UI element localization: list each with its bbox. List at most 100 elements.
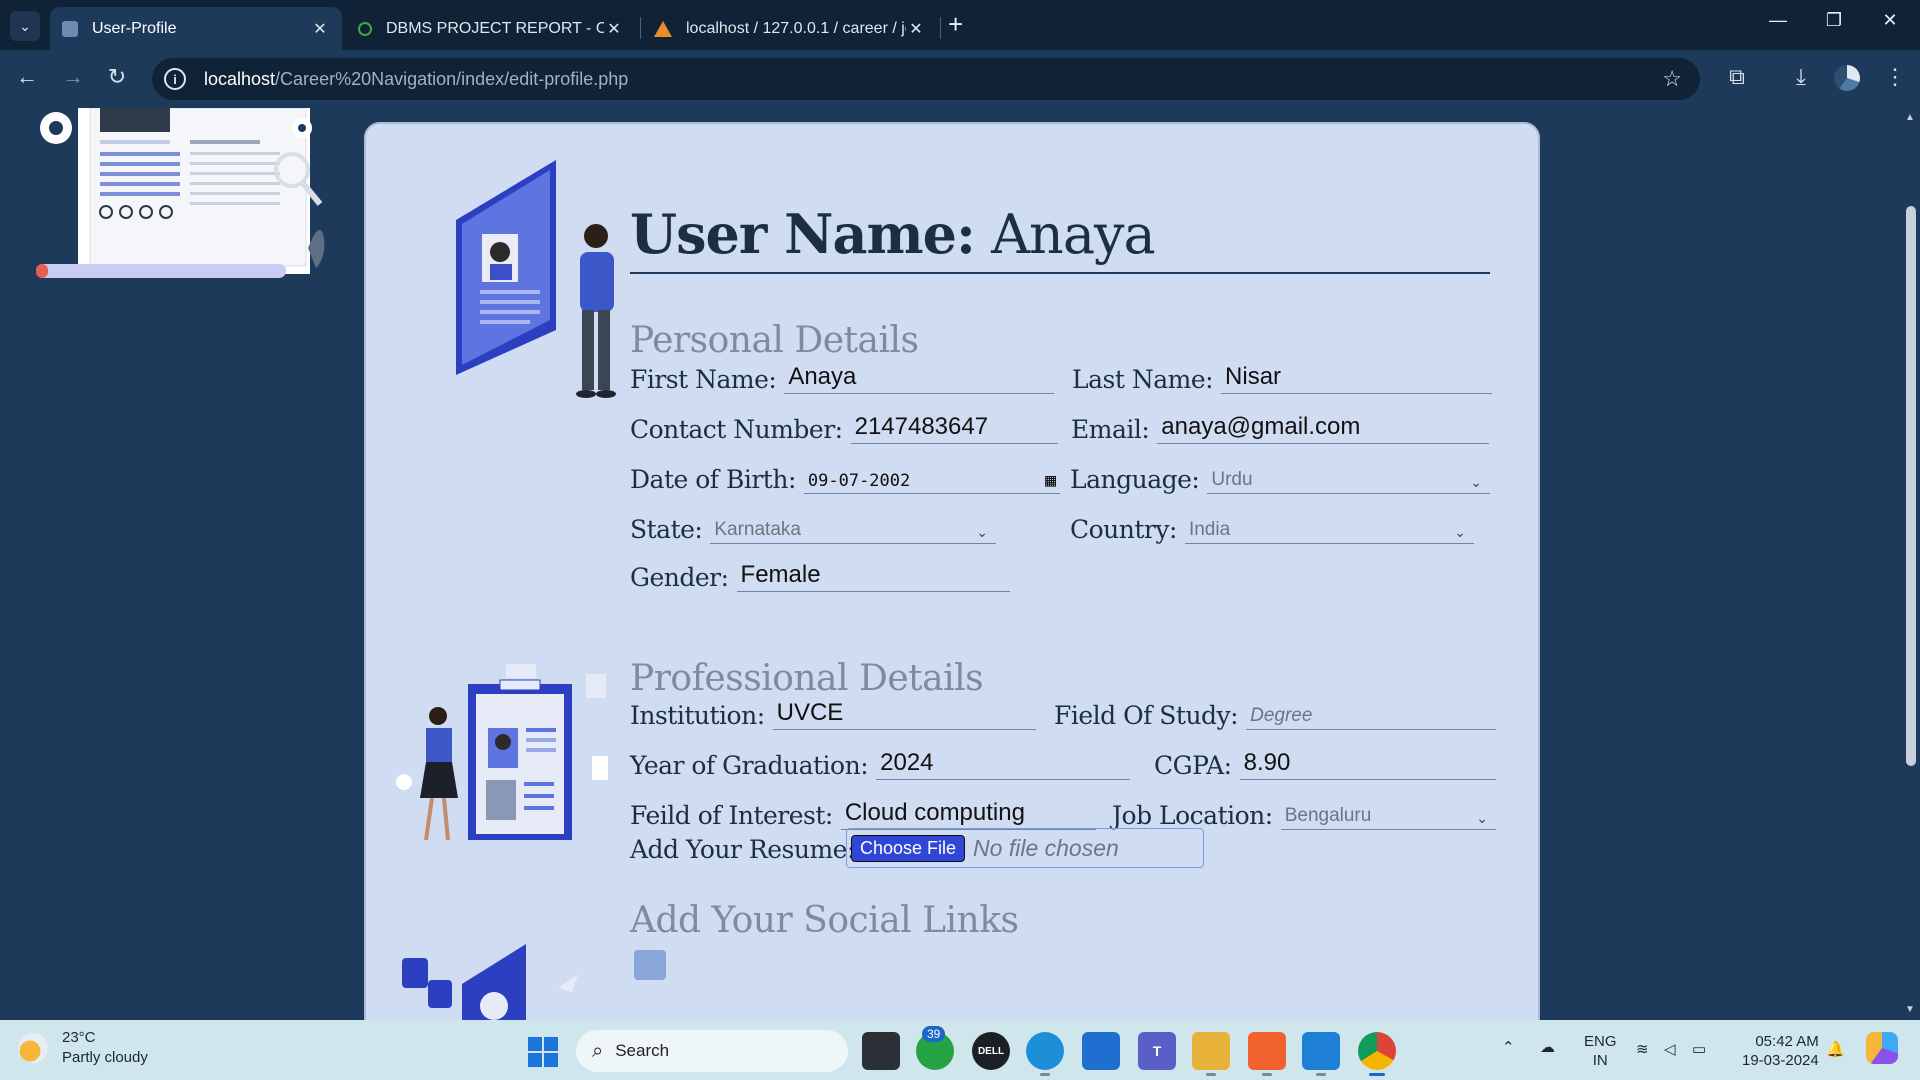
country-select[interactable]: India ⌄ <box>1184 512 1474 544</box>
restore-icon[interactable]: ❐ <box>1814 10 1854 31</box>
clock[interactable]: 05:42 AM 19-03-2024 <box>1742 1032 1819 1070</box>
battery-icon[interactable]: ▭ <box>1692 1040 1706 1059</box>
weather-temp: 23°C <box>62 1029 96 1046</box>
dob-input[interactable]: 09-07-2002 ▦ <box>803 462 1060 494</box>
resume-illustration-icon <box>36 108 325 278</box>
whatsapp-badge: 39 <box>922 1026 946 1042</box>
field-of-study-input[interactable]: Degree <box>1246 698 1496 730</box>
country-label: Country: <box>1070 515 1177 544</box>
vscode-icon[interactable] <box>1302 1032 1340 1076</box>
bookmark-star-icon[interactable]: ☆ <box>1662 66 1682 92</box>
tab-title: User-Profile <box>92 19 177 37</box>
chrome-icon[interactable] <box>1358 1032 1396 1076</box>
calendar-icon[interactable]: ▦ <box>1045 470 1056 491</box>
tab-user-profile[interactable]: User-Profile ✕ <box>50 7 342 50</box>
tab-search-chevron-icon[interactable]: ⌄ <box>10 11 40 41</box>
country-value: India <box>1188 519 1231 540</box>
overleaf-favicon-icon <box>358 21 372 36</box>
teams-icon[interactable]: T <box>1138 1032 1176 1070</box>
dob-field: Date of Birth: 09-07-2002 ▦ <box>630 460 1060 494</box>
resume-file-input[interactable]: Choose File No file chosen <box>846 828 1204 868</box>
store-icon[interactable] <box>1082 1032 1120 1070</box>
gender-input[interactable]: Female <box>736 560 1010 592</box>
social-links-title: Add Your Social Links <box>630 900 1019 941</box>
clock-time: 05:42 AM <box>1755 1033 1819 1050</box>
lang-line1: ENG <box>1584 1033 1617 1050</box>
copilot-icon[interactable] <box>1866 1032 1898 1064</box>
wifi-icon[interactable]: ≋ <box>1636 1040 1649 1059</box>
file-explorer-icon[interactable] <box>1192 1032 1230 1076</box>
reload-icon[interactable]: ↻ <box>102 64 132 90</box>
state-field: State: Karnataka ⌄ <box>630 510 996 544</box>
windows-start-icon[interactable] <box>528 1037 558 1067</box>
interest-input[interactable]: Cloud computing <box>840 798 1096 830</box>
url-text[interactable]: localhost/Career%20Navigation/index/edit… <box>204 69 628 90</box>
download-icon[interactable]: ⤓ <box>1786 64 1816 90</box>
chevron-down-icon: ⌄ <box>1470 474 1482 490</box>
volume-icon[interactable]: ◁ <box>1664 1040 1676 1059</box>
weather-condition: Partly cloudy <box>62 1049 148 1066</box>
taskbar-search-label: Search <box>615 1041 670 1060</box>
dob-value: 09-07-2002 <box>807 471 911 491</box>
browser-tab-strip: ⌄ User-Profile ✕ DBMS PROJECT REPORT - O… <box>0 0 1920 50</box>
tray-chevron-up-icon[interactable]: ⌃ <box>1502 1038 1515 1057</box>
xampp-icon[interactable] <box>1248 1032 1286 1076</box>
scroll-thumb[interactable] <box>1906 206 1916 766</box>
heading-label: User Name: <box>630 202 976 266</box>
gender-label: Gender: <box>630 563 729 592</box>
taskbar-search-box[interactable]: ⌕ Search <box>576 1030 848 1072</box>
language-select[interactable]: Urdu ⌄ <box>1207 462 1490 494</box>
last-name-field: Last Name: Nisar <box>1072 360 1492 394</box>
back-arrow-icon[interactable]: ← <box>12 64 42 90</box>
field-of-study-field: Field Of Study: Degree <box>1054 696 1496 730</box>
windows-taskbar: 23°C Partly cloudy ⌕ Search 39 DELL T ⌃ … <box>0 1020 1920 1080</box>
graduation-year-label: Year of Graduation: <box>630 751 869 780</box>
window-close-icon[interactable]: ✕ <box>1870 10 1910 31</box>
edge-icon[interactable] <box>1026 1032 1064 1076</box>
input-language[interactable]: ENG IN <box>1584 1032 1617 1070</box>
forward-arrow-icon[interactable]: → <box>58 64 88 90</box>
extensions-puzzle-icon[interactable]: ⧉ <box>1722 64 1752 90</box>
notification-bell-icon[interactable]: 🔔 <box>1826 1040 1845 1059</box>
minimize-icon[interactable]: — <box>1758 10 1798 31</box>
weather-widget[interactable]: 23°C Partly cloudy <box>18 1028 148 1068</box>
scroll-down-icon[interactable]: ▼ <box>1905 1004 1915 1015</box>
cgpa-input[interactable]: 8.90 <box>1239 748 1496 780</box>
state-select[interactable]: Karnataka ⌄ <box>710 512 996 544</box>
interest-field: Feild of Interest: Cloud computing <box>630 796 1096 830</box>
email-input[interactable]: anaya@gmail.com <box>1157 412 1489 444</box>
task-view-icon[interactable] <box>862 1032 900 1070</box>
close-icon[interactable]: ✕ <box>604 19 624 39</box>
professional-illustration-icon <box>396 664 608 841</box>
url-path: /Career%20Navigation/index/edit-profile.… <box>275 68 629 89</box>
job-location-label: Job Location: <box>1112 801 1273 830</box>
state-label: State: <box>630 515 703 544</box>
onedrive-cloud-icon[interactable]: ☁ <box>1540 1038 1555 1057</box>
graduation-year-input[interactable]: 2024 <box>876 748 1130 780</box>
field-of-study-label: Field Of Study: <box>1054 701 1239 730</box>
job-location-select[interactable]: Bengaluru ⌄ <box>1280 798 1496 830</box>
first-name-label: First Name: <box>630 365 777 394</box>
site-info-icon[interactable]: i <box>164 68 186 90</box>
last-name-input[interactable]: Nisar <box>1221 362 1492 394</box>
close-icon[interactable]: ✕ <box>906 19 926 39</box>
profile-data-illustration-icon <box>456 160 616 398</box>
institution-input[interactable]: UVCE <box>772 698 1036 730</box>
choose-file-button[interactable]: Choose File <box>851 834 966 862</box>
close-icon[interactable]: ✕ <box>310 19 330 39</box>
dell-icon[interactable]: DELL <box>972 1032 1010 1070</box>
first-name-input[interactable]: Anaya <box>784 362 1054 394</box>
address-bar[interactable]: i localhost/Career%20Navigation/index/ed… <box>152 58 1700 100</box>
tab-title: DBMS PROJECT REPORT - Onlin <box>386 19 604 37</box>
resume-field: Add Your Resume: <box>630 830 855 864</box>
tab-dbms-report[interactable]: DBMS PROJECT REPORT - Onlin ✕ <box>346 7 636 50</box>
new-tab-plus-icon[interactable]: + <box>948 11 963 37</box>
menu-kebab-icon[interactable]: ⋮ <box>1880 64 1910 90</box>
contact-input[interactable]: 2147483647 <box>850 412 1058 444</box>
chevron-down-icon: ⌄ <box>1454 524 1466 540</box>
scroll-up-icon[interactable]: ▲ <box>1905 112 1915 123</box>
tab-phpmyadmin[interactable]: localhost / 127.0.0.1 / career / jo ✕ <box>642 7 938 50</box>
linkedin-icon <box>634 950 666 980</box>
profile-avatar-icon[interactable] <box>1834 65 1860 91</box>
page-scrollbar[interactable]: ▲ ▼ <box>1902 108 1920 1020</box>
